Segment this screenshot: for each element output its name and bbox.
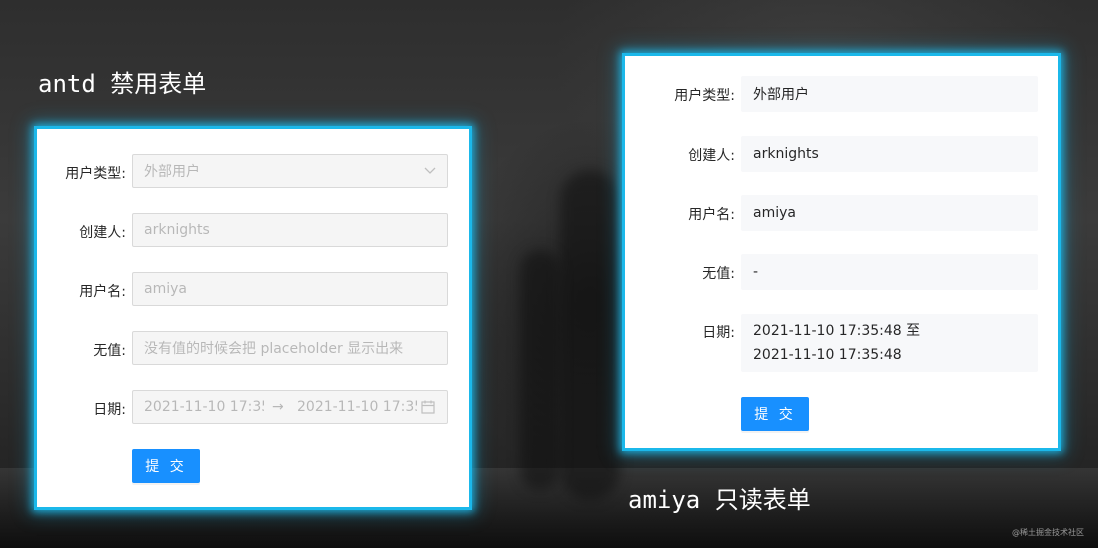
empty-label: 无值: bbox=[93, 343, 126, 359]
user-type-label: 用户类型: bbox=[65, 166, 126, 182]
calendar-icon bbox=[421, 400, 435, 414]
empty-placeholder: 没有值的时候会把 placeholder 显示出来 bbox=[144, 341, 404, 357]
readonly-date-label: 日期: bbox=[702, 325, 735, 341]
username-value: amiya bbox=[144, 281, 187, 297]
readonly-user-type-value: 外部用户 bbox=[741, 76, 1038, 112]
readonly-user-type-label: 用户类型: bbox=[674, 88, 735, 104]
readonly-creator-label: 创建人: bbox=[688, 148, 735, 164]
username-label: 用户名: bbox=[79, 284, 126, 300]
creator-input[interactable]: arknights bbox=[132, 213, 448, 247]
date-separator: → bbox=[272, 399, 284, 415]
disabled-form-panel: 用户类型: 外部用户 创建人: arknights 用户名: amiya 无值:… bbox=[34, 126, 472, 510]
background-figure bbox=[520, 250, 560, 490]
readonly-empty-label: 无值: bbox=[702, 266, 735, 282]
empty-input[interactable]: 没有值的时候会把 placeholder 显示出来 bbox=[132, 331, 448, 365]
creator-value: arknights bbox=[144, 222, 210, 238]
username-input[interactable]: amiya bbox=[132, 272, 448, 306]
user-type-select[interactable]: 外部用户 bbox=[132, 154, 448, 188]
readonly-form-caption: amiya 只读表单 bbox=[628, 486, 811, 514]
date-end[interactable]: 2021-11-10 17:35:48 bbox=[297, 399, 417, 415]
date-start[interactable]: 2021-11-10 17:35:48 bbox=[144, 399, 264, 415]
date-range-picker[interactable]: 2021-11-10 17:35:48 → 2021-11-10 17:35:4… bbox=[132, 390, 448, 424]
user-type-value: 外部用户 bbox=[144, 164, 200, 180]
readonly-form-panel: 用户类型: 外部用户 创建人: arknights 用户名: amiya 无值:… bbox=[622, 53, 1061, 451]
readonly-submit-button[interactable]: 提 交 bbox=[741, 397, 809, 431]
readonly-creator-value: arknights bbox=[741, 136, 1038, 172]
readonly-username-value: amiya bbox=[741, 195, 1038, 231]
disabled-form-caption: antd 禁用表单 bbox=[38, 70, 207, 98]
readonly-username-label: 用户名: bbox=[688, 207, 735, 223]
readonly-date-value: 2021-11-10 17:35:48 至 2021-11-10 17:35:4… bbox=[741, 314, 1038, 372]
background-figure bbox=[560, 170, 620, 500]
creator-label: 创建人: bbox=[79, 225, 126, 241]
readonly-date-line1: 2021-11-10 17:35:48 至 bbox=[753, 323, 921, 339]
chevron-down-icon bbox=[424, 167, 436, 174]
readonly-empty-value: - bbox=[741, 254, 1038, 290]
readonly-date-line2: 2021-11-10 17:35:48 bbox=[753, 347, 902, 363]
submit-button[interactable]: 提 交 bbox=[132, 449, 200, 483]
watermark: @稀土掘金技术社区 bbox=[1012, 528, 1084, 537]
date-label: 日期: bbox=[93, 402, 126, 418]
